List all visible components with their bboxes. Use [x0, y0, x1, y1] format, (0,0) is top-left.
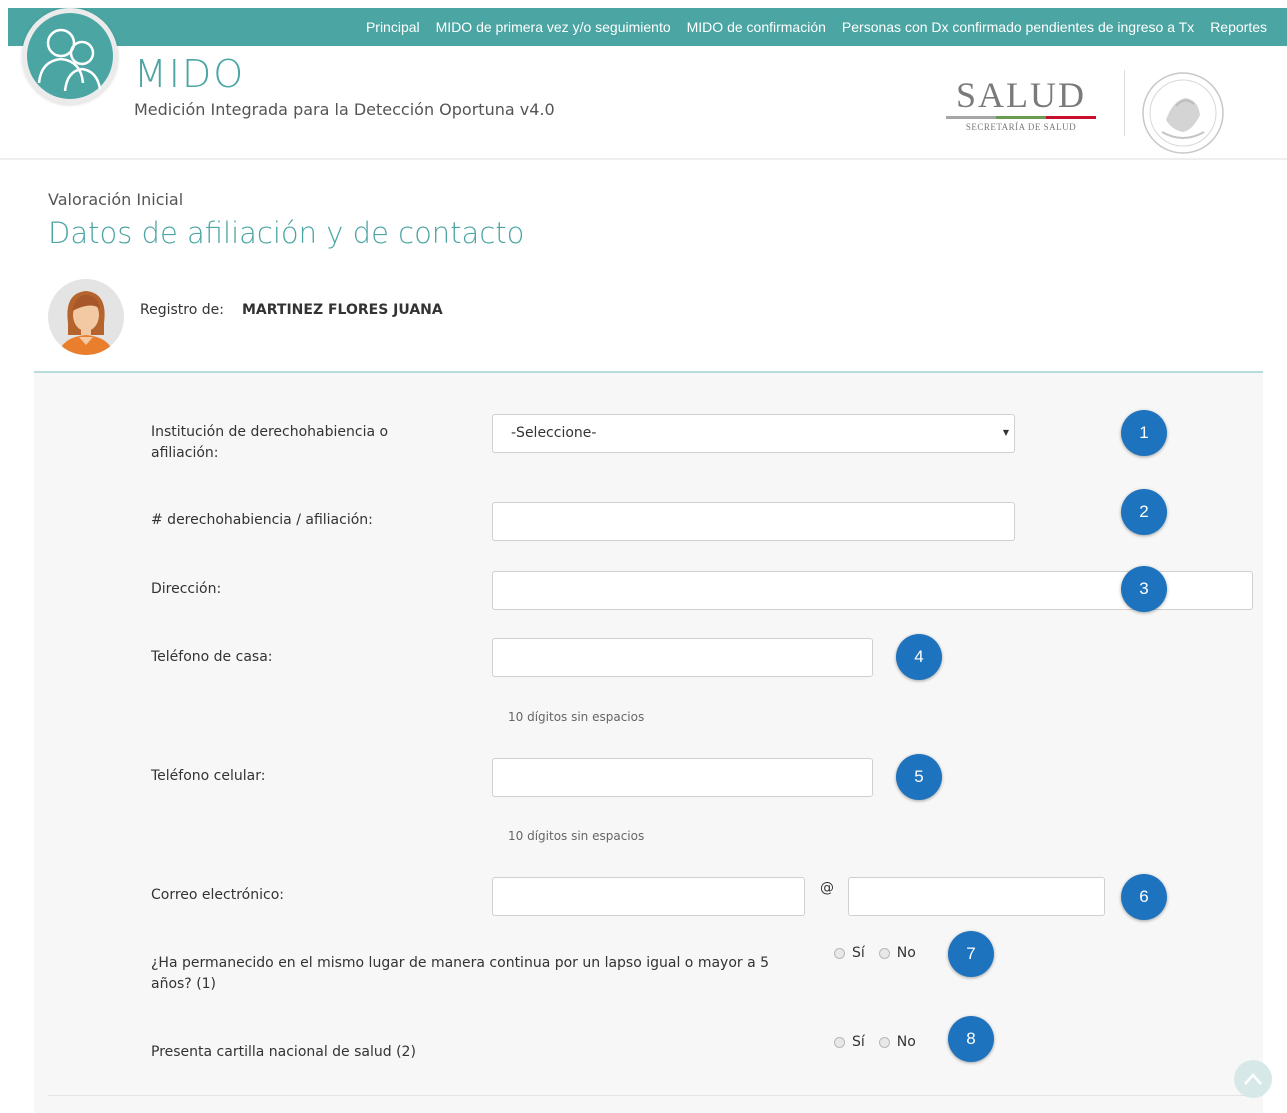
- salud-subtitle: SECRETARÍA DE SALUD: [965, 122, 1077, 132]
- cartilla-si-radio[interactable]: [834, 1036, 845, 1048]
- afiliacion-label: # derechohabiencia / afiliación:: [151, 512, 373, 528]
- afiliacion-input[interactable]: [492, 502, 1015, 541]
- cartilla-radio-group: Sí No: [834, 1034, 930, 1050]
- permanencia-radio-group: Sí No: [834, 945, 930, 961]
- step-badge-2: 2: [1121, 489, 1167, 535]
- tel-celular-label: Teléfono celular:: [151, 768, 266, 784]
- caret-down-icon: ▼: [1002, 428, 1009, 437]
- cartilla-no-radio[interactable]: [878, 1036, 890, 1048]
- step-badge-1: 1: [1121, 410, 1167, 456]
- permanencia-si-radio[interactable]: [834, 947, 845, 959]
- tel-casa-input[interactable]: [492, 638, 873, 677]
- step-badge-6: 6: [1121, 874, 1167, 920]
- top-nav: Principal MIDO de primera vez y/o seguim…: [366, 8, 1267, 46]
- registro-label: Registro de:: [140, 302, 224, 318]
- woman-avatar-icon: [58, 291, 114, 355]
- chevron-up-icon: [1244, 1073, 1262, 1085]
- step-badge-8: 8: [948, 1016, 994, 1062]
- institucion-select[interactable]: -Seleccione- ▼: [492, 414, 1015, 453]
- direccion-label: Dirección:: [151, 581, 222, 597]
- step-badge-4: 4: [896, 634, 942, 680]
- nav-dx-confirmado[interactable]: Personas con Dx confirmado pendientes de…: [842, 19, 1194, 35]
- panel-bottom-divider: [48, 1095, 1263, 1096]
- tel-celular-input[interactable]: [492, 758, 873, 797]
- permanencia-label: ¿Ha permanecido en el mismo lugar de man…: [151, 955, 770, 992]
- nav-reportes[interactable]: Reportes: [1210, 19, 1267, 35]
- mido-logo[interactable]: [22, 8, 118, 104]
- permanencia-no-label[interactable]: No: [897, 945, 916, 961]
- people-icon: [37, 28, 102, 92]
- app-title: MIDO: [134, 52, 246, 96]
- nav-principal[interactable]: Principal: [366, 19, 420, 35]
- at-sign: @: [820, 880, 834, 896]
- form-panel: [34, 371, 1263, 1113]
- correo-user-input[interactable]: [492, 877, 805, 916]
- header-divider: [0, 158, 1287, 160]
- step-badge-7: 7: [948, 931, 994, 977]
- permanencia-si-label[interactable]: Sí: [852, 945, 865, 961]
- correo-domain-input[interactable]: [848, 877, 1105, 916]
- permanencia-no-radio[interactable]: [878, 947, 890, 959]
- patient-name: MARTINEZ FLORES JUANA: [242, 302, 443, 318]
- salud-logo: SALUD SECRETARÍA DE SALUD: [946, 76, 1096, 132]
- tel-celular-hint: 10 dígitos sin espacios: [508, 829, 645, 843]
- cartilla-label: Presenta cartilla nacional de salud (2): [151, 1044, 416, 1060]
- nav-mido-primera-vez[interactable]: MIDO de primera vez y/o seguimiento: [436, 19, 671, 35]
- cartilla-no-label[interactable]: No: [897, 1034, 916, 1050]
- salud-word: SALUD: [955, 75, 1086, 115]
- tel-casa-label: Teléfono de casa:: [151, 649, 273, 665]
- step-badge-3: 3: [1121, 566, 1167, 612]
- nav-mido-confirmacion[interactable]: MIDO de confirmación: [687, 19, 826, 35]
- app-subtitle: Medición Integrada para la Detección Opo…: [134, 100, 555, 119]
- institucion-selected: -Seleccione-: [511, 425, 597, 441]
- section-label: Valoración Inicial: [48, 190, 184, 209]
- tel-casa-hint: 10 dígitos sin espacios: [508, 710, 645, 724]
- logo-divider: [1124, 70, 1125, 136]
- cartilla-si-label[interactable]: Sí: [852, 1034, 865, 1050]
- top-nav-bar: Principal MIDO de primera vez y/o seguim…: [8, 8, 1287, 46]
- step-badge-5: 5: [896, 754, 942, 800]
- patient-avatar: [48, 279, 124, 355]
- mexico-seal-icon: [1138, 70, 1228, 156]
- institucion-label: Institución de derechohabiencia o afilia…: [151, 424, 389, 461]
- page-title: Datos de afiliación y de contacto: [48, 216, 525, 250]
- scroll-to-top-button[interactable]: [1234, 1060, 1272, 1098]
- correo-label: Correo electrónico:: [151, 887, 284, 903]
